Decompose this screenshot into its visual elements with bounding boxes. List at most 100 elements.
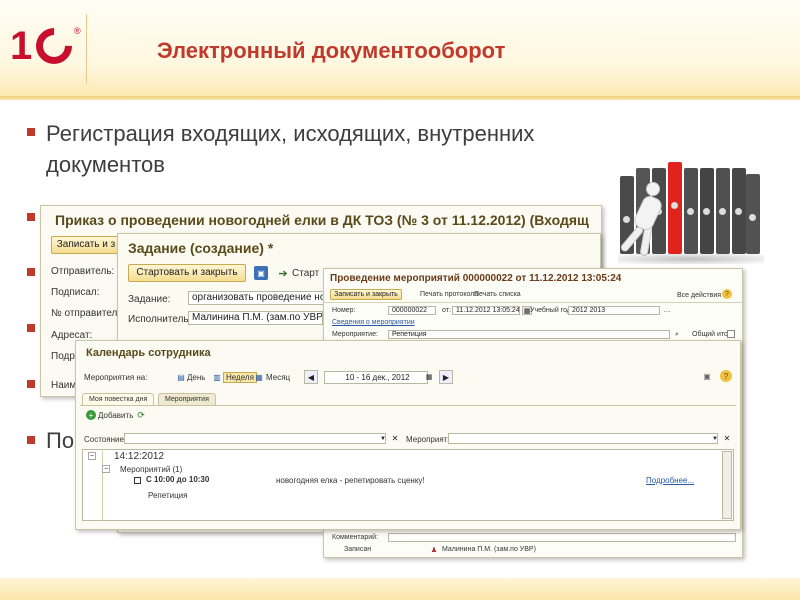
tab-divider [80,405,736,406]
executor-input[interactable]: Малинина П.М. (зам.по УВР) [188,311,323,325]
help-icon[interactable]: ? [722,289,732,299]
window-title: Задание (создание) * [128,240,274,256]
save-close-button[interactable]: Записать и закрыть [330,289,402,300]
details-link[interactable]: Подробнее... [646,476,694,485]
slide-title: Электронный документооборот [157,38,506,63]
total-checkbox[interactable] [727,330,735,338]
window-title: Календарь сотрудника [86,347,211,359]
day-view-button[interactable]: День [187,373,205,382]
settings-icon[interactable]: ▣ [702,371,712,381]
clear-icon[interactable]: ✕ [722,433,732,444]
date-input[interactable]: 11.12.2012 13:05:24 [452,306,520,315]
number-label: Номер: [332,307,356,314]
name-label: Наим [51,380,77,391]
print-protocol-button[interactable]: Печать протокола [420,291,478,298]
event-description: новогодняя елка - репетировать сценку! [276,476,425,485]
next-period-icon[interactable]: ▶ [439,370,453,384]
chevron-down-icon[interactable]: ▼ [378,433,388,444]
period-input[interactable]: 10 - 16 дек., 2012 [324,371,428,384]
state-select[interactable] [124,433,386,444]
bullet-text: Регистрация входящих, исходящих, внутрен… [46,121,535,177]
tree-guide [102,449,103,521]
all-actions-menu[interactable]: Все действия ▾ [677,291,726,299]
binder [732,168,746,254]
logo-mark-c [28,20,80,72]
comment-input[interactable] [388,533,736,542]
task-input[interactable]: организовать проведение ново [188,291,338,305]
sender-number-label: № отправителя: [51,308,126,319]
figure-head [646,182,660,196]
bullet-marker [27,128,35,136]
event-info-link[interactable]: Сведения о мероприятии [332,319,415,326]
executor-label: Исполнитель: [128,314,192,325]
year-label: Учебный год: [530,307,573,314]
task-label: Задание: [128,294,171,305]
binder [716,168,730,254]
employee-calendar-window: Календарь сотрудника Мероприятия на: ▤ Д… [75,340,741,530]
logo-registered: ® [74,26,81,36]
select-icon[interactable]: … [662,306,672,315]
user-icon: ♟ [430,546,438,554]
logo-divider [86,14,87,84]
print-list-button[interactable]: Печать списка [474,291,521,298]
save-icon[interactable]: ▣ [254,266,268,280]
calendar-icon[interactable]: ▦ [424,371,434,383]
bullet-marker [27,213,35,221]
bullet-marker [27,268,35,276]
binder-red [668,162,682,254]
comment-label: Комментарий: [332,534,379,541]
collapse-icon[interactable]: − [88,452,96,460]
add-icon[interactable]: + [86,410,96,420]
signed-by-label: Подписал: [51,287,100,298]
window-title: Приказ о проведении новогодней елки в ДК… [55,212,589,228]
agenda-list [82,449,734,521]
add-button[interactable]: Добавить [98,411,133,420]
prev-period-icon[interactable]: ◀ [304,370,318,384]
bullet-text-partial: По [46,428,75,453]
month-view-icon[interactable]: ▦ [254,372,264,382]
clear-icon[interactable]: ✕ [390,433,400,444]
event-time: С 10:00 до 10:30 [146,475,210,484]
number-input[interactable]: 000000022 [388,306,436,315]
window-title: Проведение мероприятий 000000022 от 11.1… [330,273,622,284]
event-name: Репетиция [148,491,188,500]
start-arrow-icon[interactable]: ➔ [276,265,290,281]
help-icon[interactable]: ? [720,370,732,382]
events-on-label: Мероприятия на: [84,373,148,382]
bullet-marker [27,380,35,388]
refresh-icon[interactable]: ⟳ [136,410,146,420]
chevron-down-icon[interactable]: ▼ [710,433,720,444]
binder [746,174,760,254]
tab-events[interactable]: Мероприятия [158,393,216,405]
date-label: от: [442,307,451,314]
save-close-button[interactable]: Записать и з [51,236,121,254]
footer-band [0,578,800,600]
day-view-icon[interactable]: ▤ [176,372,186,382]
start-button[interactable]: Старт [292,268,319,279]
brand-logo: 1 ® [10,20,85,72]
collapse-icon[interactable]: − [102,465,110,473]
agenda-date: 14:12:2012 [114,451,165,462]
search-icon[interactable]: ⌕ [672,330,682,339]
year-input[interactable]: 2012 2013 [568,306,660,315]
tab-my-agenda[interactable]: Моя повестка дня [82,393,155,405]
logo-mark-1: 1 [10,24,33,68]
binder [700,168,714,254]
recorded-label: Записан [344,546,372,553]
binder [684,168,698,254]
scrollbar[interactable] [722,451,732,519]
recorded-value: Малинина П.М. (зам.по УВР) [442,546,536,553]
event-input[interactable]: Репетиция [388,330,670,339]
week-view-button[interactable]: Неделя [223,372,257,383]
state-label: Состояние: [84,435,127,444]
event-checkbox[interactable] [134,477,141,484]
event-label: Мероприятие: [332,331,378,338]
month-view-button[interactable]: Месяц [266,373,290,382]
sender-label: Отправитель: [51,266,115,277]
divider [324,302,742,303]
event-filter-select[interactable] [448,433,718,444]
agenda-group: Мероприятий (1) [120,465,183,474]
week-view-icon[interactable]: ▥ [212,372,222,382]
start-close-button[interactable]: Стартовать и закрыть [128,264,246,282]
binders-illustration [612,162,764,264]
